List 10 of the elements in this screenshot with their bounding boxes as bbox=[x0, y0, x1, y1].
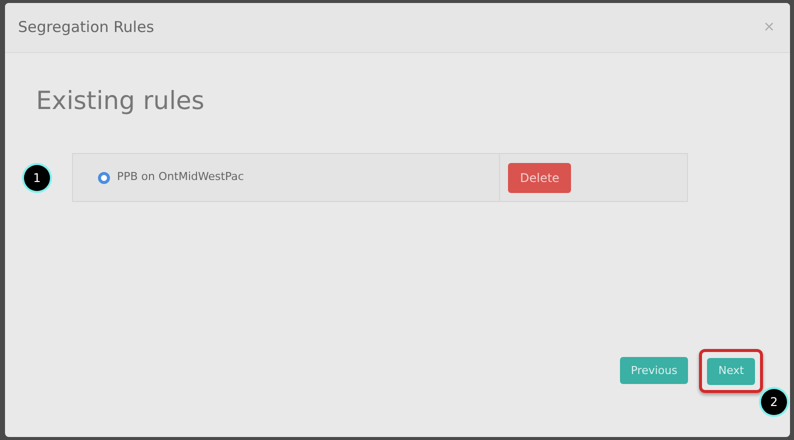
dialog-title: Segregation Rules bbox=[18, 17, 154, 38]
callout-marker: 2 bbox=[761, 389, 787, 415]
callout-marker: 1 bbox=[24, 165, 50, 191]
previous-button[interactable]: Previous bbox=[620, 357, 688, 384]
radio-button[interactable] bbox=[98, 172, 110, 184]
close-button[interactable]: × bbox=[761, 17, 777, 38]
next-button[interactable]: Next bbox=[707, 358, 755, 385]
rule-label: PPB on OntMidWestPac bbox=[117, 169, 244, 186]
section-heading: Existing rules bbox=[36, 86, 206, 116]
delete-button[interactable]: Delete bbox=[508, 162, 572, 192]
